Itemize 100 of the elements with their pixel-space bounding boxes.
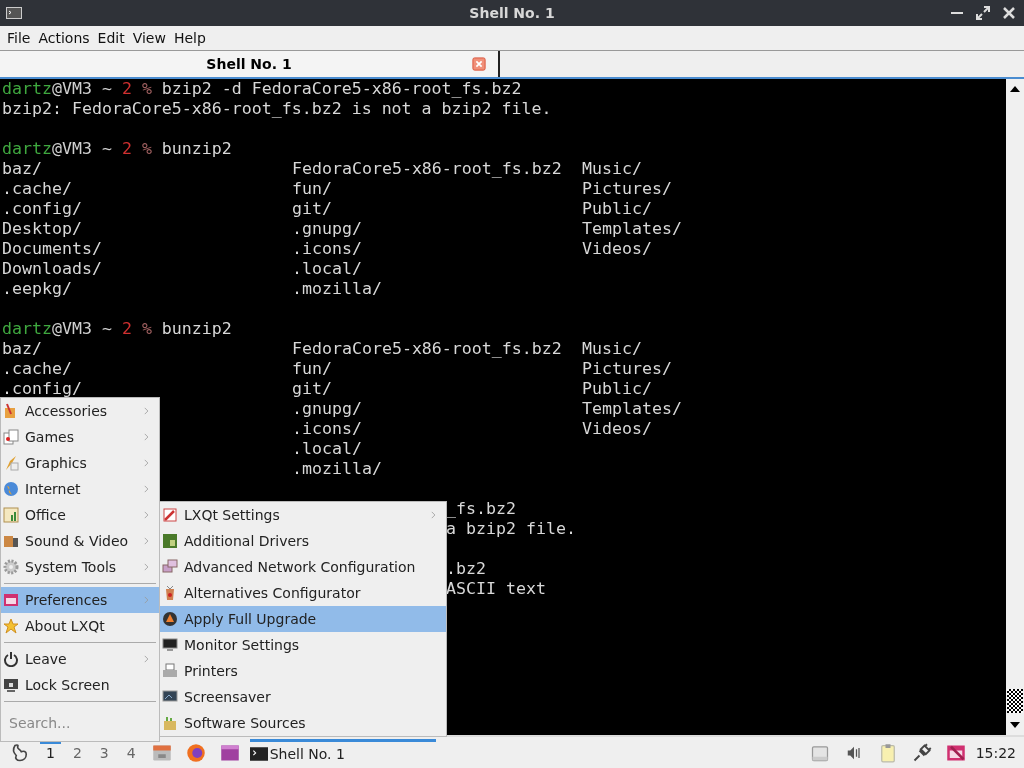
file-name: FedoraCore5-x86-root_fs.bz2 (292, 339, 562, 358)
box-icon (162, 715, 178, 731)
prompt-user: dartz (2, 139, 52, 159)
menu-item[interactable]: About LXQt (1, 613, 159, 639)
network-icon (162, 559, 178, 575)
file-name: fun/ (292, 359, 332, 378)
tab-close-icon[interactable] (472, 57, 486, 71)
tab[interactable]: Shell No. 1 (0, 51, 500, 77)
window-title: Shell No. 1 (469, 5, 555, 21)
preferences-icon (3, 592, 19, 608)
menu-item[interactable]: View (128, 29, 170, 47)
browser-icon[interactable] (185, 742, 206, 763)
restore-icon[interactable] (976, 6, 990, 20)
desktop-button[interactable]: 3 (93, 740, 115, 765)
clock[interactable]: 15:22 (975, 744, 1018, 761)
monitor-icon (162, 637, 178, 653)
gear-icon (3, 559, 19, 575)
file-name: Documents/ (2, 239, 102, 258)
desktop-button[interactable]: 4 (120, 740, 142, 765)
scrollbar-thumb[interactable] (1007, 689, 1023, 713)
command-text: bunzip2 (160, 319, 232, 339)
file-name: Public/ (582, 199, 652, 218)
menu-item[interactable]: Monitor Settings (160, 632, 446, 658)
terminal-icon (6, 7, 22, 19)
file-name: Downloads/ (2, 259, 102, 278)
menu-item[interactable]: Games (1, 424, 159, 450)
menu-item[interactable]: Printers (160, 658, 446, 684)
file-name: .local/ (292, 259, 362, 278)
command-text: bunzip2 (160, 139, 232, 159)
file-name: Music/ (582, 339, 642, 358)
file-name: .eepkg/ (2, 279, 72, 298)
file-name: baz/ (2, 159, 42, 178)
output-text: .bz2 (446, 559, 486, 579)
file-name: .cache/ (2, 179, 72, 198)
desktop-button[interactable]: 2 (66, 740, 88, 765)
output-text: a bzip2 file. (446, 519, 576, 539)
lock-screen-icon (3, 677, 19, 693)
prompt-host: @VM3 ~ (51, 139, 113, 159)
file-name: Music/ (582, 159, 642, 178)
file-name: fun/ (292, 179, 332, 198)
output-text: ASCII text (446, 579, 546, 599)
cards-icon (3, 429, 19, 445)
prompt-user: dartz (2, 79, 52, 99)
menu-item[interactable]: Software Sources (160, 710, 446, 736)
file-name: .cache/ (2, 359, 72, 378)
file-name: .config/ (2, 379, 82, 398)
prompt-sign: % (140, 79, 152, 99)
menu-item[interactable]: Screensaver (160, 684, 446, 710)
file-name: .local/ (292, 439, 362, 458)
file-name: Videos/ (582, 419, 652, 438)
prompt-user: dartz (2, 319, 52, 339)
screen-icon (162, 689, 178, 705)
plug-icon[interactable] (911, 742, 932, 763)
power-icon (3, 651, 19, 667)
upgrade-icon (162, 611, 178, 627)
star-icon (3, 618, 19, 634)
file-name: Desktop/ (2, 219, 82, 238)
prompt-count: 2 (121, 79, 132, 99)
prompt-sign: % (140, 319, 152, 339)
output-text: bzip2: FedoraCore5-x86-root_fs.bz2 is not a bzip2 file. (2, 99, 552, 119)
close-icon[interactable] (1002, 6, 1016, 20)
start-menu-icon[interactable] (10, 742, 30, 763)
menu-item[interactable]: Leave (1, 646, 159, 672)
menu-item[interactable]: Sound & Video (1, 528, 159, 554)
menu-item[interactable]: Additional Drivers (160, 528, 446, 554)
chart-icon (3, 507, 19, 523)
file-name: .icons/ (292, 239, 362, 258)
menu-item[interactable]: Alternatives Configurator (160, 580, 446, 606)
file-name: .gnupg/ (292, 219, 362, 238)
file-name: Pictures/ (582, 179, 672, 198)
menu-item[interactable]: Edit (93, 29, 129, 47)
file-name: .mozilla/ (292, 459, 382, 478)
menu-item[interactable]: Accessories (1, 398, 159, 424)
globe-icon (3, 481, 19, 497)
scrollbar[interactable] (1006, 79, 1024, 735)
file-name: Videos/ (582, 239, 652, 258)
printer-icon (162, 663, 178, 679)
prompt-host: @VM3 ~ (51, 79, 113, 99)
menu-item[interactable]: Help (169, 29, 210, 47)
output-text: _fs.bz2 (446, 499, 516, 519)
file-name: FedoraCore5-x86-root_fs.bz2 (292, 159, 562, 178)
menu-item[interactable]: Graphics (1, 450, 159, 476)
menu-item[interactable]: Apply Full Upgrade (160, 606, 446, 632)
file-name: git/ (292, 379, 332, 398)
menu-item[interactable]: System Tools (1, 554, 159, 580)
menu-item[interactable]: Office (1, 502, 159, 528)
file-name: .mozilla/ (292, 279, 382, 298)
menu-item[interactable]: Preferences (1, 587, 159, 613)
menu-item[interactable]: Internet (1, 476, 159, 502)
menu-item[interactable]: Advanced Network Configuration (160, 554, 446, 580)
menu-item[interactable]: LXQt Settings (160, 502, 446, 528)
file-name: .gnupg/ (292, 399, 362, 418)
menu-item[interactable]: Lock Screen (1, 672, 159, 698)
prompt-host: @VM3 ~ (51, 319, 113, 339)
prompt-count: 2 (121, 139, 132, 159)
file-name: git/ (292, 199, 332, 218)
menu-item[interactable]: Actions (34, 29, 94, 47)
menu-item[interactable]: File (3, 29, 35, 47)
file-name: Templates/ (582, 399, 682, 418)
prompt-sign: % (140, 139, 152, 159)
